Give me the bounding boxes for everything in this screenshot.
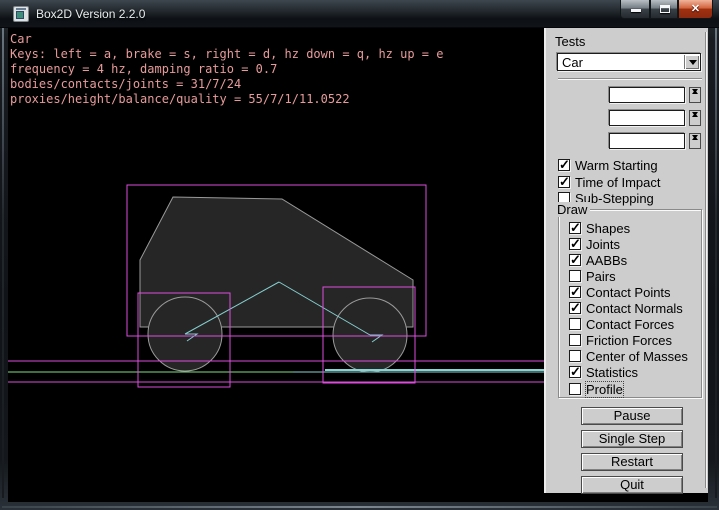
pause-button[interactable]: Pause (581, 407, 683, 425)
checkbox-label: Joints (586, 237, 620, 252)
pos-iters-input[interactable] (609, 110, 685, 126)
check-mark-icon: ✓ (570, 284, 581, 300)
debug-text-overlay: CarKeys: left = a, brake = s, right = d,… (10, 32, 443, 107)
checkbox-pairs[interactable] (569, 270, 581, 282)
minimize-button[interactable] (620, 0, 650, 19)
control-panel: Tests Car ✓ Warm Starting ✓ Time of Impact S… (544, 28, 708, 493)
maximize-icon (660, 5, 670, 13)
checkbox-label: Warm Starting (575, 158, 658, 173)
checkbox-warm-starting[interactable]: ✓ (558, 159, 570, 171)
debug-text-line: frequency = 4 hz, damping ratio = 0.7 (10, 62, 443, 77)
checkbox-label: Time of Impact (575, 175, 660, 190)
checkbox-friction-forces[interactable] (569, 334, 581, 346)
check-mark-icon: ✓ (570, 236, 581, 252)
chevron-down-icon (689, 60, 697, 65)
close-icon: ✕ (679, 2, 712, 15)
hertz-stepper[interactable] (689, 133, 701, 149)
pos-iters-stepper[interactable] (689, 110, 701, 126)
window-border (2, 506, 717, 508)
checkbox-contact-points[interactable]: ✓ (569, 286, 581, 298)
check-mark-icon: ✓ (570, 300, 581, 316)
checkbox-aabbs[interactable]: ✓ (569, 254, 581, 266)
checkbox-label: Contact Forces (586, 317, 674, 332)
app-icon-detail (16, 11, 24, 19)
test-select-dropdown[interactable]: Car (557, 53, 701, 71)
test-select-value: Car (562, 55, 583, 70)
checkbox-label: Contact Normals (586, 301, 683, 316)
debug-text-line: Car (10, 32, 443, 47)
simulation-canvas[interactable]: CarKeys: left = a, brake = s, right = d,… (8, 28, 544, 502)
checkbox-label: Profile (586, 382, 623, 397)
checkbox-label: AABBs (586, 253, 627, 268)
check-mark-icon: ✓ (559, 157, 570, 173)
checkbox-label: Friction Forces (586, 333, 672, 348)
check-mark-icon: ✓ (570, 252, 581, 268)
check-mark-icon: ✓ (559, 174, 570, 190)
spinner-row-hertz (546, 133, 710, 149)
checkbox-joints[interactable]: ✓ (569, 238, 581, 250)
spinner-row-vel-iters (546, 87, 710, 103)
debug-text-line: proxies/height/balance/quality = 55/7/1/… (10, 92, 443, 107)
dropdown-arrow-button[interactable] (684, 55, 699, 69)
window-title: Box2D Version 2.2.0 (36, 7, 145, 21)
checkbox-time-of-impact[interactable]: ✓ (558, 176, 570, 188)
checkbox-label: Center of Masses (586, 349, 688, 364)
spinner-row-pos-iters (546, 110, 710, 126)
arrow-down-icon (692, 112, 698, 116)
checkbox-label: Contact Points (586, 285, 671, 300)
window-border (2, 28, 4, 498)
hertz-input[interactable] (609, 133, 685, 149)
titlebar[interactable]: Box2D Version 2.2.0 ✕ (0, 0, 719, 28)
draw-group-title: Draw (554, 202, 590, 217)
vel-iters-stepper[interactable] (689, 87, 701, 103)
maximize-button[interactable] (650, 0, 678, 19)
client-area: CarKeys: left = a, brake = s, right = d,… (8, 28, 708, 502)
debug-text-line: bodies/contacts/joints = 31/7/24 (10, 77, 443, 92)
arrow-down-icon (692, 89, 698, 93)
checkbox-contact-forces[interactable] (569, 318, 581, 330)
checkbox-center-of-masses[interactable] (569, 350, 581, 362)
app-icon-detail (16, 8, 26, 10)
minimize-icon (631, 9, 641, 12)
checkbox-label: Pairs (586, 269, 616, 284)
checkbox-label: Shapes (586, 221, 630, 236)
window-border (715, 28, 717, 498)
arrow-down-icon (692, 135, 698, 139)
tests-label: Tests (555, 34, 585, 49)
vel-iters-input[interactable] (609, 87, 685, 103)
app-window: Box2D Version 2.2.0 ✕ CarKeys: left = a,… (0, 0, 719, 510)
checkbox-contact-normals[interactable]: ✓ (569, 302, 581, 314)
single-step-button[interactable]: Single Step (581, 430, 683, 448)
check-mark-icon: ✓ (570, 220, 581, 236)
restart-button[interactable]: Restart (581, 453, 683, 471)
column-separator (705, 32, 707, 488)
close-button[interactable]: ✕ (678, 0, 713, 19)
quit-button[interactable]: Quit (581, 476, 683, 494)
checkbox-shapes[interactable]: ✓ (569, 222, 581, 234)
app-icon (13, 6, 29, 22)
checkbox-profile[interactable] (569, 383, 581, 395)
separator (558, 78, 702, 80)
checkbox-label: Statistics (586, 365, 638, 380)
debug-text-line: Keys: left = a, brake = s, right = d, hz… (10, 47, 443, 62)
check-mark-icon: ✓ (570, 364, 581, 380)
checkbox-statistics[interactable]: ✓ (569, 366, 581, 378)
caption-buttons: ✕ (620, 0, 713, 19)
